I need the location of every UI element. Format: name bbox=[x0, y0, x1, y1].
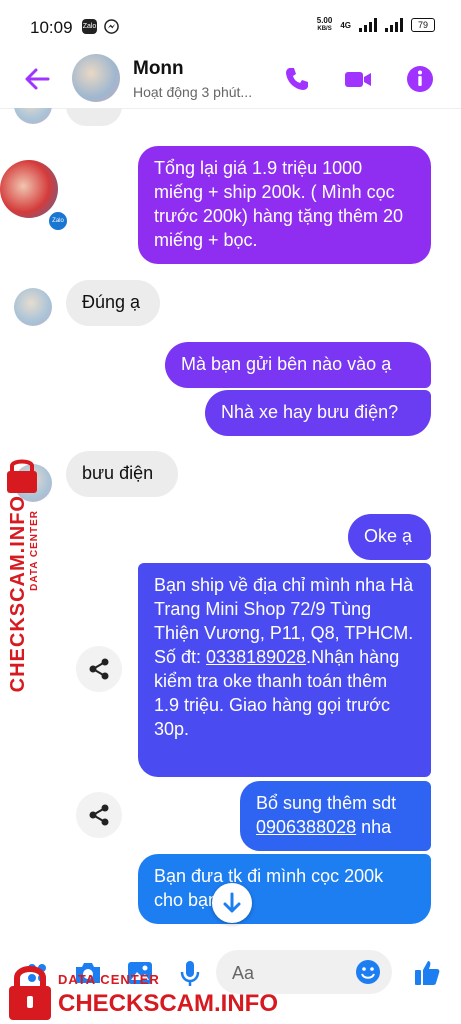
share-icon bbox=[89, 658, 109, 680]
message-input-container[interactable] bbox=[216, 950, 392, 994]
info-icon[interactable] bbox=[405, 64, 435, 94]
share-button[interactable] bbox=[76, 792, 122, 838]
contact-avatar[interactable] bbox=[72, 54, 120, 102]
message-bubble-outgoing[interactable]: Bổ sung thêm sdt 0906388028 nha bbox=[240, 781, 431, 851]
watermark-lock-icon bbox=[7, 459, 37, 493]
contact-avatar-small bbox=[14, 108, 52, 124]
watermark-bottom-subtext: DATA CENTER bbox=[58, 972, 160, 987]
signal-icon-2 bbox=[385, 18, 403, 32]
message-bubble-outgoing[interactable]: Bạn ship về địa chỉ mình nha Hà Trang Mi… bbox=[138, 563, 431, 777]
message-bubble-outgoing[interactable]: Nhà xe hay bưu điện? bbox=[205, 390, 431, 436]
share-button[interactable] bbox=[76, 646, 122, 692]
signal-icon bbox=[359, 18, 377, 32]
message-bubble-outgoing[interactable]: Mà bạn gửi bên nào vào ạ bbox=[165, 342, 431, 388]
phone-call-icon[interactable] bbox=[282, 64, 312, 94]
phone-link[interactable]: 0906388028 bbox=[256, 817, 356, 837]
zalo-notification-icon: Zalo bbox=[82, 19, 97, 34]
battery-icon: 79 bbox=[411, 18, 435, 32]
like-thumb-icon[interactable] bbox=[412, 958, 442, 988]
scroll-down-button[interactable] bbox=[212, 883, 252, 923]
contact-avatar-small bbox=[14, 288, 52, 326]
network-type: 4G bbox=[340, 20, 351, 30]
message-list[interactable]: Zalo Tổng lại giá 1.9 triệu 1000 miếng +… bbox=[0, 108, 461, 938]
watermark-bottom-text: CHECKSCAM.INFO bbox=[58, 990, 278, 1017]
watermark-side-subtext: DATA CENTER bbox=[29, 510, 40, 591]
emoji-icon[interactable] bbox=[354, 958, 382, 986]
phone-link[interactable]: 0338189028 bbox=[206, 647, 306, 667]
status-bar: 10:09 Zalo 5.00 KB/S 4G 79 bbox=[0, 0, 461, 52]
message-bubble-outgoing[interactable]: Tổng lại giá 1.9 triệu 1000 miếng + ship… bbox=[138, 146, 431, 264]
chat-header: Monn Hoạt động 3 phút... bbox=[0, 52, 461, 109]
messenger-notification-icon bbox=[104, 19, 119, 34]
clock: 10:09 bbox=[30, 18, 73, 37]
status-right: 5.00 KB/S 4G 79 bbox=[317, 16, 435, 34]
message-bubble-outgoing[interactable]: Bạn đưa tk đi mình cọc 200k cho bạn bbox=[138, 854, 431, 924]
message-input[interactable] bbox=[230, 958, 354, 988]
back-arrow-icon[interactable] bbox=[22, 64, 52, 94]
message-bubble-incoming[interactable]: Đúng ạ bbox=[66, 280, 160, 326]
arrow-down-icon bbox=[223, 892, 241, 913]
zalo-badge-icon: Zalo bbox=[47, 210, 69, 232]
microphone-icon[interactable] bbox=[175, 958, 205, 988]
network-speed: 5.00 KB/S bbox=[316, 16, 333, 32]
sender-avatar bbox=[0, 160, 58, 218]
message-bubble-cut bbox=[66, 108, 122, 126]
watermark-lock-icon bbox=[9, 966, 51, 1020]
contact-status: Hoạt động 3 phút... bbox=[133, 84, 253, 100]
watermark-side-text: CHECKSCAM.INFO bbox=[7, 495, 29, 693]
share-icon bbox=[89, 804, 109, 826]
message-bubble-outgoing[interactable]: Oke ạ bbox=[348, 514, 431, 560]
message-bubble-incoming[interactable]: bưu điện bbox=[66, 451, 178, 497]
contact-name[interactable]: Monn bbox=[133, 58, 184, 80]
video-call-icon[interactable] bbox=[343, 64, 373, 94]
